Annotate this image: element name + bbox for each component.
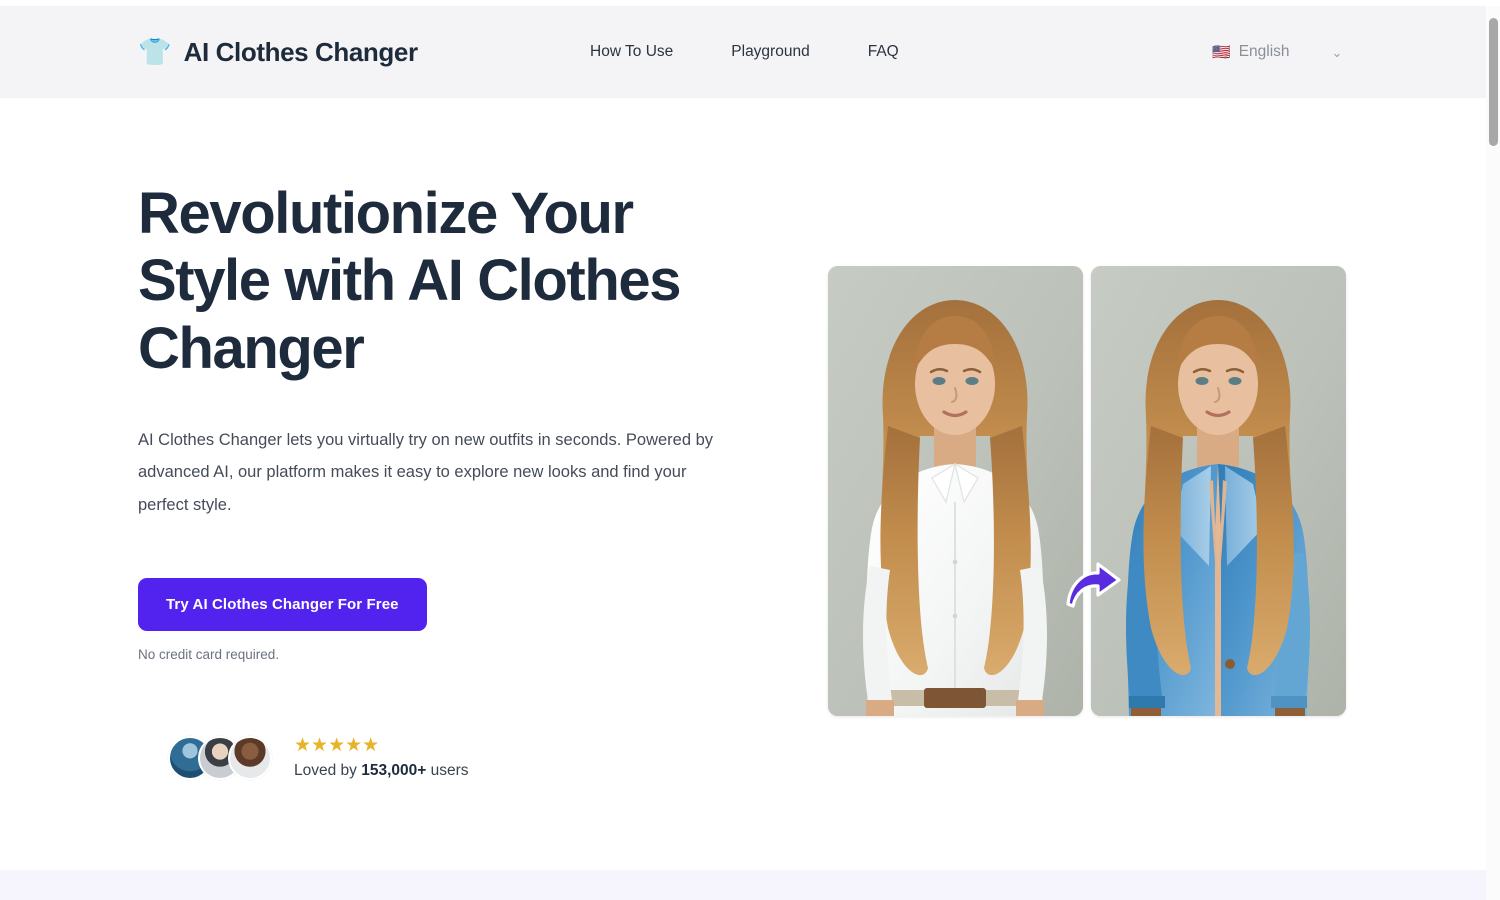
loved-count: 153,000+ <box>361 762 427 779</box>
try-for-free-button[interactable]: Try AI Clothes Changer For Free <box>138 577 427 631</box>
after-image <box>1091 266 1346 716</box>
site-header: 👕 AI Clothes Changer How To Use Playgrou… <box>0 6 1486 98</box>
avatar-group <box>168 736 272 780</box>
us-flag-icon: 🇺🇸 <box>1212 43 1231 61</box>
hero-copy: Revolutionize Your Style with AI Clothes… <box>138 180 748 662</box>
brand-name: AI Clothes Changer <box>183 36 418 67</box>
brand-logo[interactable]: 👕 AI Clothes Changer <box>138 37 418 68</box>
vertical-scrollbar[interactable] <box>1486 6 1500 900</box>
page-title: Revolutionize Your Style with AI Clothes… <box>138 181 681 381</box>
loved-prefix: Loved by <box>294 762 362 779</box>
language-selector[interactable]: 🇺🇸 English ⌄ <box>1212 43 1342 61</box>
chevron-down-icon: ⌄ <box>1331 44 1343 60</box>
hero-subtitle: AI Clothes Changer lets you virtually tr… <box>138 430 714 515</box>
main-nav: How To Use Playground FAQ <box>590 43 899 61</box>
hero-section: Revolutionize Your Style with AI Clothes… <box>0 98 1486 870</box>
loved-suffix: users <box>426 762 469 779</box>
nav-item-faq[interactable]: FAQ <box>868 43 899 61</box>
nav-item-how-to-use[interactable]: How To Use <box>590 43 673 61</box>
loved-by-text: Loved by 153,000+ users <box>294 762 469 780</box>
avatar <box>228 736 272 780</box>
star-rating-icon: ★★★★★ <box>294 735 380 756</box>
cta-note: No credit card required. <box>138 646 280 662</box>
social-proof: ★★★★★ Loved by 153,000+ users <box>168 736 469 780</box>
before-image <box>828 266 1083 716</box>
language-label: English <box>1238 43 1290 60</box>
nav-item-playground[interactable]: Playground <box>731 43 809 61</box>
page-root: 👕 AI Clothes Changer How To Use Playgrou… <box>0 0 1500 900</box>
next-section-band <box>0 870 1486 900</box>
tshirt-icon: 👕 <box>138 36 172 67</box>
scrollbar-thumb[interactable] <box>1489 18 1498 146</box>
before-after-visual <box>828 266 1346 716</box>
rating-block: ★★★★★ Loved by 153,000+ users <box>294 736 469 780</box>
